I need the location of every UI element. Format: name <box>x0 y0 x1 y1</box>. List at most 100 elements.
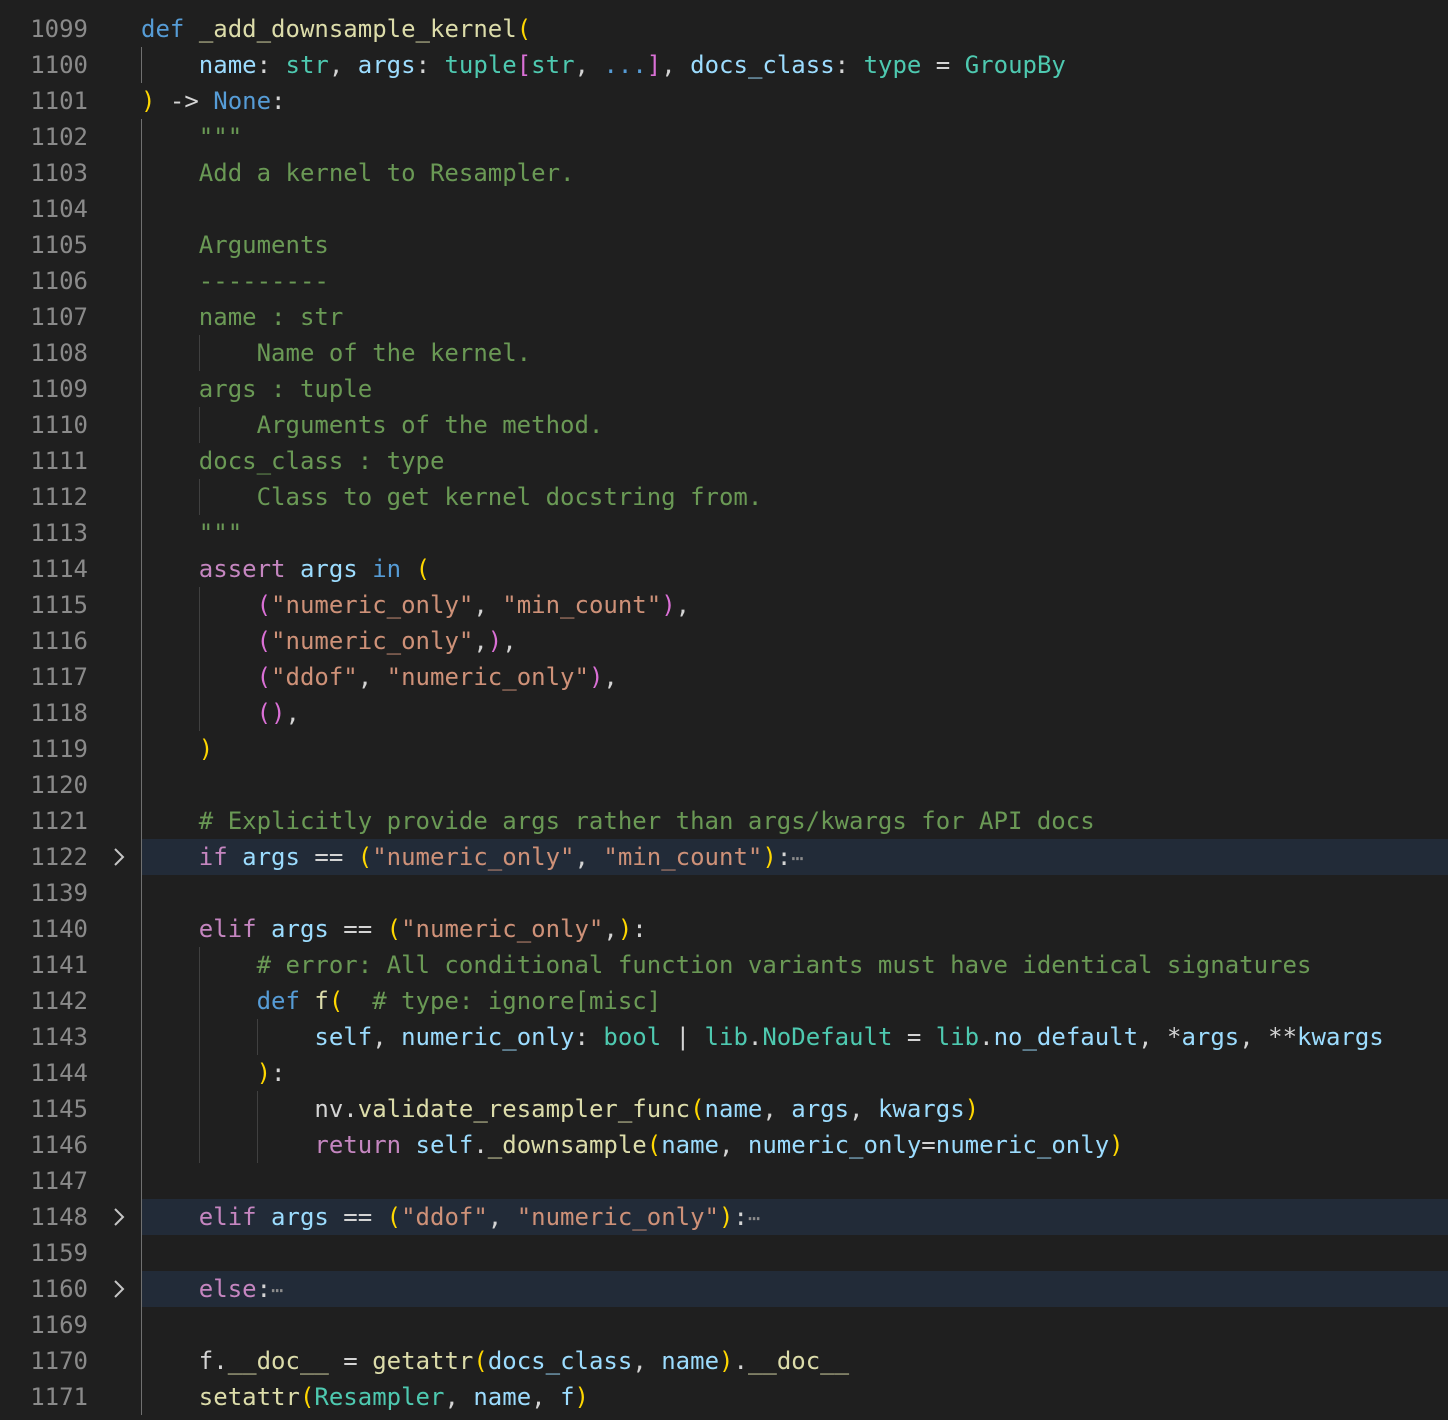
code-line[interactable]: 1119 ) <box>0 731 1448 767</box>
code-text[interactable]: ) <box>141 731 213 767</box>
code-line[interactable]: 1110 Arguments of the method. <box>0 407 1448 443</box>
code-token: ( <box>516 15 532 43</box>
code-line[interactable]: 1111 docs_class : type <box>0 443 1448 479</box>
code-line[interactable]: 1109 args : tuple <box>0 371 1448 407</box>
code-token: , <box>473 591 503 619</box>
code-text[interactable]: # Explicitly provide args rather than ar… <box>141 803 1095 839</box>
code-text[interactable]: ("numeric_only", "min_count"), <box>141 587 691 623</box>
code-line[interactable]: 1108 Name of the kernel. <box>0 335 1448 371</box>
code-token: "numeric_only" <box>271 627 474 655</box>
code-text[interactable]: if args == ("numeric_only", "min_count")… <box>141 839 804 875</box>
folded-code-line[interactable]: 1160 else:⋯ <box>0 1271 1448 1307</box>
code-line[interactable]: 1107 name : str <box>0 299 1448 335</box>
code-text[interactable]: ("numeric_only",), <box>141 623 517 659</box>
code-line[interactable]: 1116 ("numeric_only",), <box>0 623 1448 659</box>
code-line[interactable]: 1140 elif args == ("numeric_only",): <box>0 911 1448 947</box>
code-token: () <box>256 699 286 727</box>
line-number: 1139 <box>30 879 88 907</box>
code-token: Arguments of the method. <box>256 411 604 439</box>
code-line[interactable]: 1146 return self._downsample(name, numer… <box>0 1127 1448 1163</box>
code-token: """ <box>198 123 243 151</box>
code-line[interactable]: 1170 f.__doc__ = getattr(docs_class, nam… <box>0 1343 1448 1379</box>
folded-code-line[interactable]: 1122 if args == ("numeric_only", "min_co… <box>0 839 1448 875</box>
code-line[interactable]: 1105 Arguments <box>0 227 1448 263</box>
code-token: numeric_only <box>401 1023 575 1051</box>
folded-ellipsis[interactable]: ⋯ <box>271 1278 283 1302</box>
code-line[interactable]: 1120 <box>0 767 1448 803</box>
code-line[interactable]: 1121 # Explicitly provide args rather th… <box>0 803 1448 839</box>
code-text[interactable]: def _add_downsample_kernel( <box>141 11 531 47</box>
code-text[interactable]: Class to get kernel docstring from. <box>141 479 763 515</box>
code-line[interactable]: 1112 Class to get kernel docstring from. <box>0 479 1448 515</box>
code-text[interactable]: """ <box>141 119 242 155</box>
code-text[interactable]: name : str <box>141 299 344 335</box>
code-text[interactable]: def f( # type: ignore[misc] <box>141 983 662 1019</box>
code-text[interactable]: nv.validate_resampler_func(name, args, k… <box>141 1091 979 1127</box>
chevron-right-icon[interactable] <box>106 839 132 875</box>
code-text[interactable]: ) -> None: <box>141 83 286 119</box>
code-text[interactable]: args : tuple <box>141 371 372 407</box>
code-editor[interactable]: 1099 def _add_downsample_kernel(1100 name… <box>0 0 1448 1420</box>
code-text[interactable]: f.__doc__ = getattr(docs_class, name).__… <box>141 1343 849 1379</box>
code-token: name <box>473 1383 532 1411</box>
code-text[interactable]: self, numeric_only: bool | lib.NoDefault… <box>141 1019 1383 1055</box>
code-token: : <box>271 1059 286 1087</box>
code-text[interactable]: # error: All conditional function varian… <box>141 947 1312 983</box>
code-token: ( <box>646 1131 662 1159</box>
code-text[interactable]: return self._downsample(name, numeric_on… <box>141 1127 1123 1163</box>
folded-ellipsis[interactable]: ⋯ <box>748 1206 760 1230</box>
code-text[interactable]: setattr(Resampler, name, f) <box>141 1379 589 1415</box>
code-line[interactable]: 1143 self, numeric_only: bool | lib.NoDe… <box>0 1019 1448 1055</box>
code-text[interactable]: elif args == ("ddof", "numeric_only"):⋯ <box>141 1199 760 1235</box>
code-line[interactable]: 1115 ("numeric_only", "min_count"), <box>0 587 1448 623</box>
code-text[interactable]: name: str, args: tuple[str, ...], docs_c… <box>141 47 1066 83</box>
code-text[interactable]: """ <box>141 515 242 551</box>
code-text[interactable]: ("ddof", "numeric_only"), <box>141 659 618 695</box>
code-line[interactable]: 1102 """ <box>0 119 1448 155</box>
code-text[interactable]: (), <box>141 695 300 731</box>
code-line[interactable]: 1118 (), <box>0 695 1448 731</box>
code-line[interactable]: 1117 ("ddof", "numeric_only"), <box>0 659 1448 695</box>
code-token: None <box>213 87 272 115</box>
code-line[interactable]: 1144 ): <box>0 1055 1448 1091</box>
folded-ellipsis[interactable]: ⋯ <box>791 846 803 870</box>
code-token: Class to get kernel docstring from. <box>256 483 763 511</box>
code-line[interactable]: 1145 nv.validate_resampler_func(name, ar… <box>0 1091 1448 1127</box>
code-text[interactable]: Arguments of the method. <box>141 407 604 443</box>
line-number: 1099 <box>30 15 88 43</box>
code-line[interactable]: 1113 """ <box>0 515 1448 551</box>
code-line[interactable]: 1147 <box>0 1163 1448 1199</box>
code-text[interactable]: assert args in ( <box>141 551 430 587</box>
folded-code-line[interactable]: 1148 elif args == ("ddof", "numeric_only… <box>0 1199 1448 1235</box>
chevron-right-icon[interactable] <box>106 1271 132 1307</box>
code-token: else <box>198 1275 257 1303</box>
code-line[interactable]: 1169 <box>0 1307 1448 1343</box>
line-number: 1100 <box>30 51 88 79</box>
code-token: -> <box>155 87 214 115</box>
code-text[interactable]: elif args == ("numeric_only",): <box>141 911 647 947</box>
chevron-right-icon[interactable] <box>106 1199 132 1235</box>
code-line[interactable]: 1104 <box>0 191 1448 227</box>
code-line[interactable]: 1103 Add a kernel to Resampler. <box>0 155 1448 191</box>
code-text[interactable]: docs_class : type <box>141 443 445 479</box>
code-token: . <box>979 1023 994 1051</box>
code-token: ) <box>964 1095 980 1123</box>
code-line[interactable]: 1106 --------- <box>0 263 1448 299</box>
code-line[interactable]: 1099 def _add_downsample_kernel( <box>0 11 1448 47</box>
code-line[interactable]: 1141 # error: All conditional function v… <box>0 947 1448 983</box>
code-line[interactable]: 1142 def f( # type: ignore[misc] <box>0 983 1448 1019</box>
code-line[interactable]: 1114 assert args in ( <box>0 551 1448 587</box>
code-line[interactable]: 1100 name: str, args: tuple[str, ...], d… <box>0 47 1448 83</box>
code-token: : <box>256 1275 272 1303</box>
code-text[interactable]: else:⋯ <box>141 1271 283 1307</box>
code-text[interactable]: Arguments <box>141 227 329 263</box>
code-token: docs_class <box>690 51 835 79</box>
code-text[interactable]: --------- <box>141 263 329 299</box>
code-line[interactable]: 1159 <box>0 1235 1448 1271</box>
code-line[interactable]: 1101) -> None: <box>0 83 1448 119</box>
code-token: , <box>502 627 517 655</box>
code-text[interactable]: Add a kernel to Resampler. <box>141 155 575 191</box>
code-text[interactable]: ): <box>141 1055 286 1091</box>
code-line[interactable]: 1171 setattr(Resampler, name, f) <box>0 1379 1448 1415</box>
code-line[interactable]: 1139 <box>0 875 1448 911</box>
